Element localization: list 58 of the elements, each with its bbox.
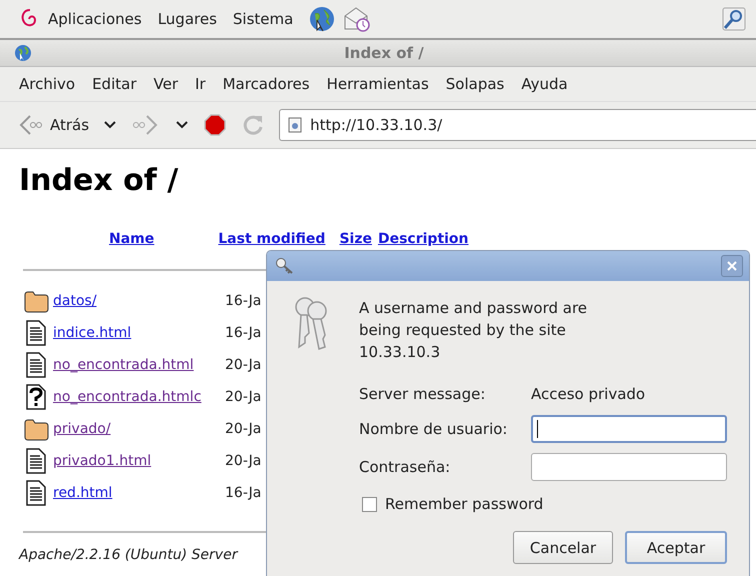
menu-item[interactable]: Ver <box>154 75 178 93</box>
panel-menu[interactable]: Aplicaciones <box>48 10 142 28</box>
page-icon <box>288 117 302 133</box>
file-link[interactable]: red.html <box>53 485 219 501</box>
file-link[interactable]: datos/ <box>53 293 219 309</box>
column-header-link[interactable]: Size <box>339 231 372 247</box>
input-field[interactable] <box>531 415 727 443</box>
modified-date: 20-Ja <box>225 421 262 437</box>
file-link[interactable]: no_encontrada.htmlc <box>53 389 219 405</box>
chevron-down-icon[interactable] <box>103 120 118 130</box>
modified-date: 16-Ja <box>225 325 262 341</box>
file-link[interactable]: no_encontrada.html <box>53 357 219 373</box>
chevron-down-icon[interactable] <box>175 120 190 130</box>
menu-item[interactable]: Ir <box>195 75 206 93</box>
checkbox[interactable] <box>362 496 377 512</box>
modified-date: 20-Ja <box>225 453 262 469</box>
file-link[interactable]: indice.html <box>53 325 219 341</box>
server-signature: Apache/2.2.16 (Ubuntu) Server <box>19 547 238 563</box>
field-label: Contraseña: <box>359 458 452 476</box>
file-link[interactable]: privado1.html <box>53 453 219 469</box>
folder-icon <box>23 417 49 441</box>
window-title: Index of / <box>343 44 425 62</box>
folder-icon <box>23 289 49 313</box>
close-icon <box>726 260 738 272</box>
back-button[interactable]: Atrás <box>18 114 90 136</box>
menu-item[interactable]: Herramientas <box>326 75 429 93</box>
key-icon <box>275 257 295 275</box>
menu-item[interactable]: Archivo <box>19 75 76 93</box>
menu-item[interactable]: Editar <box>92 75 136 93</box>
dialog-message: A username and password are being requested by the site 10.33.10.3 <box>359 298 588 363</box>
stop-icon[interactable] <box>203 113 228 137</box>
cancel-button[interactable]: Cancelar <box>513 531 613 564</box>
menu-item[interactable]: Ayuda <box>521 75 568 93</box>
server-message-label: Server message: <box>359 384 486 405</box>
globe-icon[interactable] <box>309 6 336 32</box>
file-link[interactable]: privado/ <box>53 421 219 437</box>
column-header-link[interactable]: Description <box>378 231 469 247</box>
panel-menu[interactable]: Sistema <box>232 10 294 28</box>
modified-date: 20-Ja <box>225 357 262 373</box>
menu-item[interactable]: Solapas <box>446 75 504 93</box>
server-message-value: Acceso privado <box>531 384 646 405</box>
column-header-link[interactable]: Name <box>109 231 154 247</box>
menu-item[interactable]: Marcadores <box>222 75 310 93</box>
modified-date: 20-Ja <box>225 389 262 405</box>
remember-password-label[interactable]: Remember password <box>385 495 544 513</box>
close-button[interactable] <box>721 255 743 277</box>
mail-clock-icon[interactable] <box>343 5 372 33</box>
input-field[interactable] <box>531 453 727 481</box>
modified-date: 16-Ja <box>225 485 262 501</box>
search-icon[interactable] <box>722 7 746 31</box>
panel-menu[interactable]: Lugares <box>158 10 217 28</box>
field-label: Nombre de usuario: <box>359 420 508 438</box>
page-heading: Index of / <box>19 163 180 200</box>
url-field[interactable]: http://10.33.10.3/ <box>279 109 756 141</box>
modified-date: 16-Ja <box>225 293 262 309</box>
column-header-link[interactable]: Last modified <box>218 231 326 247</box>
globe-icon <box>14 44 32 62</box>
accept-button[interactable]: Aceptar <box>625 531 727 564</box>
